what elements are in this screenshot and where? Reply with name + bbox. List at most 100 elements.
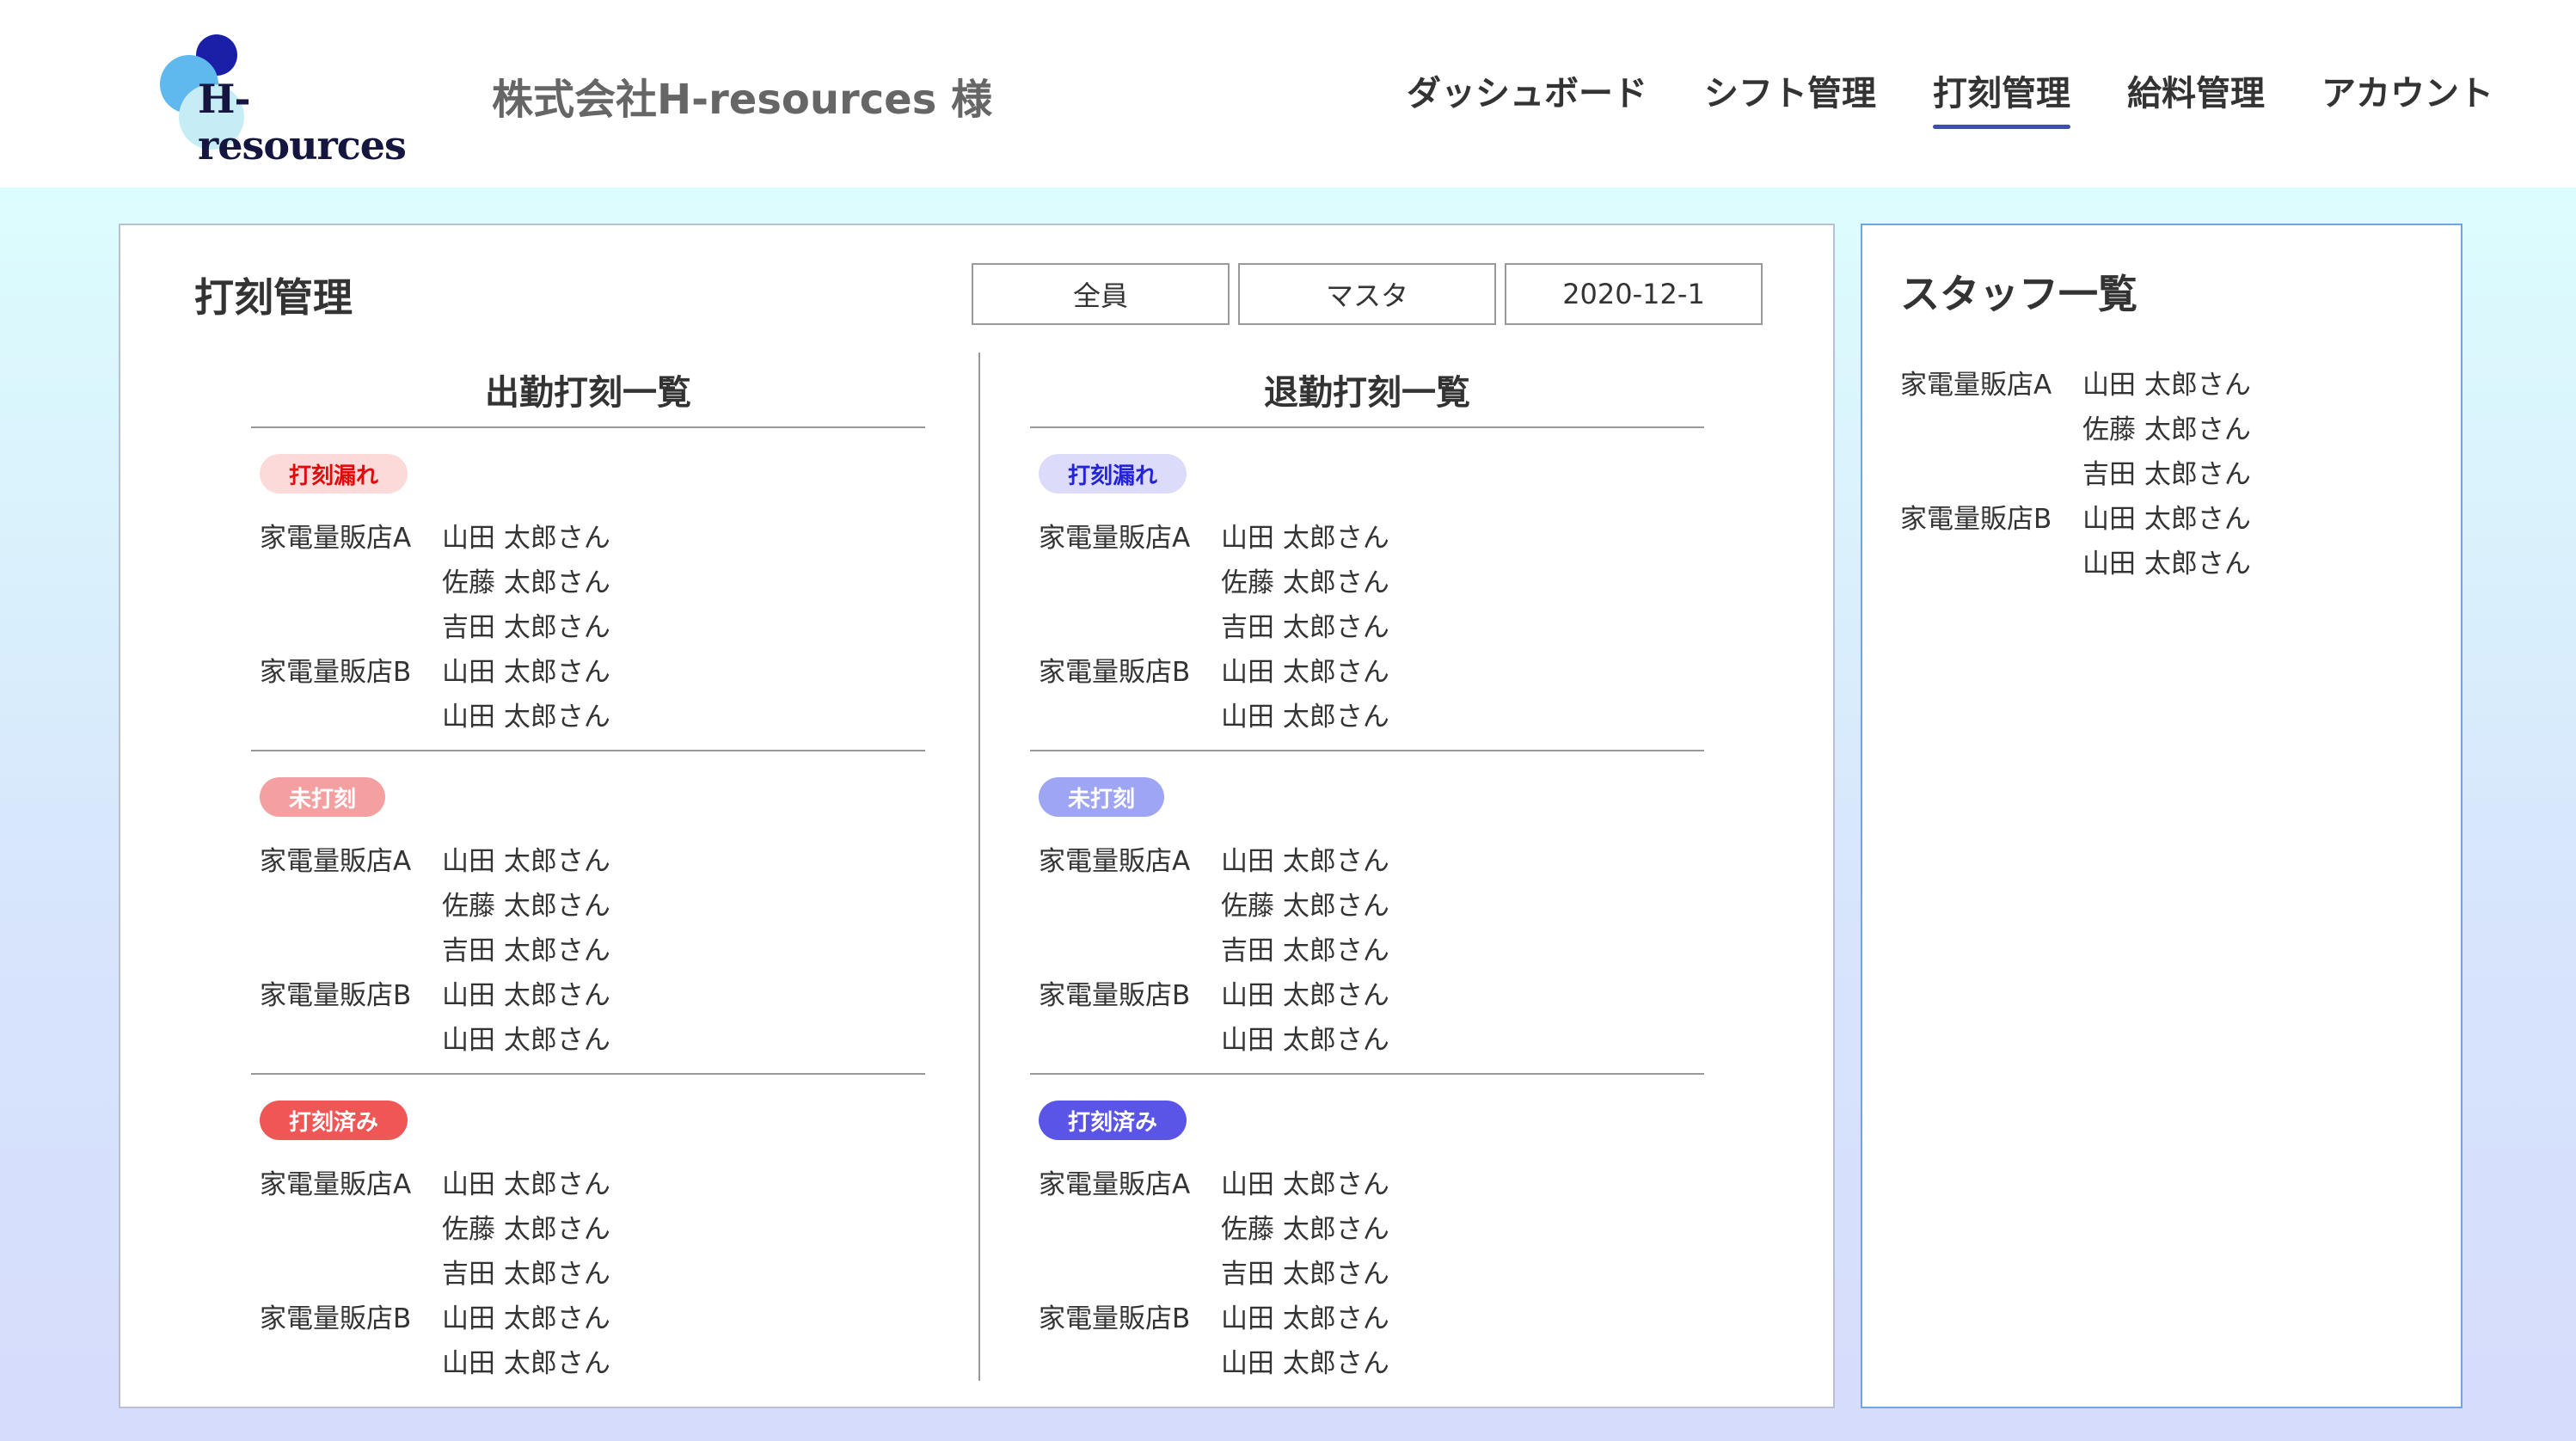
list-item[interactable]: 吉田 太郎さん bbox=[1039, 1252, 1704, 1297]
list-item[interactable]: 吉田 太郎さん bbox=[1039, 605, 1704, 650]
list-item[interactable]: 家電量販店B 山田 太郎さん bbox=[1039, 973, 1704, 1018]
store-name: 家電量販店B bbox=[1039, 980, 1191, 1011]
staff-name: 佐藤 太郎さん bbox=[2082, 414, 2251, 445]
list-item[interactable]: 家電量販店A 山田 太郎さん bbox=[260, 516, 925, 561]
nav-item-dashboard[interactable]: ダッシュボード bbox=[1407, 65, 1647, 127]
store-name: 家電量販店A bbox=[1039, 1169, 1191, 1200]
list-item[interactable]: 家電量販店A 山田 太郎さん bbox=[1039, 1162, 1704, 1207]
store-name bbox=[260, 1018, 442, 1063]
staff-name: 山田 太郎さん bbox=[442, 1169, 610, 1200]
staff-name: 吉田 太郎さん bbox=[442, 612, 610, 643]
list-item[interactable]: 家電量販店B 山田 太郎さん bbox=[1039, 650, 1704, 695]
store-name bbox=[1039, 1341, 1221, 1386]
list-item[interactable]: 家電量販店A 山田 太郎さん bbox=[1900, 363, 2251, 408]
list-item[interactable]: 家電量販店B 山田 太郎さん bbox=[260, 650, 925, 695]
staff-name: 山田 太郎さん bbox=[2082, 549, 2251, 579]
staff-panel: スタッフ一覧 家電量販店A 山田 太郎さん 佐藤 太郎さん 吉田 太郎さん 家電量販店B… bbox=[1861, 224, 2463, 1408]
list-item[interactable]: 吉田 太郎さん bbox=[260, 1252, 925, 1297]
store-name bbox=[1039, 1018, 1221, 1063]
column-title: 出勤打刻一覧 bbox=[251, 353, 925, 428]
list-item[interactable]: 家電量販店A 山田 太郎さん bbox=[260, 1162, 925, 1207]
staff-name: 佐藤 太郎さん bbox=[1221, 567, 1389, 598]
list-item[interactable]: 佐藤 太郎さん bbox=[1039, 561, 1704, 605]
staff-name: 山田 太郎さん bbox=[442, 702, 610, 733]
list-item[interactable]: 佐藤 太郎さん bbox=[1900, 408, 2251, 452]
staff-name: 山田 太郎さん bbox=[442, 657, 610, 688]
filter-date-input[interactable]: 2020-12-1 bbox=[1505, 263, 1763, 325]
staff-name: 山田 太郎さん bbox=[2082, 504, 2251, 535]
list-item[interactable]: 佐藤 太郎さん bbox=[260, 1207, 925, 1252]
clock-out-column: 退勤打刻一覧 打刻漏れ 家電量販店A 山田 太郎さん 佐藤 太郎さん 吉田 太郎さん 家電量… bbox=[1030, 353, 1704, 1398]
list-item[interactable]: 吉田 太郎さん bbox=[260, 605, 925, 650]
staff-name: 佐藤 太郎さん bbox=[442, 891, 610, 922]
nav-item-account[interactable]: アカウント bbox=[2321, 65, 2493, 127]
page-title: 打刻管理 bbox=[194, 274, 353, 321]
staff-name: 吉田 太郎さん bbox=[1221, 935, 1389, 966]
staff-name: 山田 太郎さん bbox=[1221, 702, 1389, 733]
staff-name: 佐藤 太郎さん bbox=[1221, 1214, 1389, 1245]
staff-name: 佐藤 太郎さん bbox=[1221, 891, 1389, 922]
staff-name: 山田 太郎さん bbox=[442, 1348, 610, 1379]
list-item[interactable]: 佐藤 太郎さん bbox=[1039, 884, 1704, 929]
list-item[interactable]: 山田 太郎さん bbox=[1039, 1341, 1704, 1386]
list-item[interactable]: 吉田 太郎さん bbox=[260, 929, 925, 973]
list-item[interactable]: 吉田 太郎さん bbox=[1039, 929, 1704, 973]
list-item[interactable]: 山田 太郎さん bbox=[260, 1018, 925, 1063]
main-nav: ダッシュボード シフト管理 打刻管理 給料管理 アカウント bbox=[1407, 65, 2493, 129]
logo-text: H-resources bbox=[198, 76, 407, 169]
list-item[interactable]: 山田 太郎さん bbox=[1039, 695, 1704, 739]
column-title: 退勤打刻一覧 bbox=[1030, 353, 1704, 428]
company-name: 株式会社H-resources 様 bbox=[492, 76, 993, 124]
status-badge: 未打刻 bbox=[1039, 777, 1165, 817]
status-section: 打刻済み 家電量販店A 山田 太郎さん 佐藤 太郎さん 吉田 太郎さん 家電量販店B 山田 … bbox=[1030, 1075, 1704, 1398]
store-name bbox=[260, 1252, 442, 1297]
staff-title: スタッフ一覧 bbox=[1900, 271, 2137, 317]
list-item[interactable]: 吉田 太郎さん bbox=[1900, 452, 2251, 497]
list-item[interactable]: 佐藤 太郎さん bbox=[1039, 1207, 1704, 1252]
store-name: 家電量販店A bbox=[260, 1169, 412, 1200]
logo[interactable]: H-resources bbox=[155, 33, 439, 169]
list-item[interactable]: 家電量販店B 山田 太郎さん bbox=[260, 973, 925, 1018]
staff-name: 吉田 太郎さん bbox=[1221, 1259, 1389, 1290]
list-item[interactable]: 家電量販店A 山田 太郎さん bbox=[1039, 516, 1704, 561]
store-name bbox=[260, 929, 442, 973]
nav-item-salary[interactable]: 給料管理 bbox=[2127, 65, 2265, 127]
store-name bbox=[1900, 542, 2082, 586]
staff-name: 山田 太郎さん bbox=[1221, 1025, 1389, 1056]
store-name bbox=[260, 695, 442, 739]
status-badge: 打刻済み bbox=[1039, 1101, 1187, 1140]
store-name bbox=[260, 605, 442, 650]
filter-staff-select[interactable]: 全員 bbox=[972, 263, 1230, 325]
list-item[interactable]: 山田 太郎さん bbox=[1039, 1018, 1704, 1063]
nav-item-timestamp[interactable]: 打刻管理 bbox=[1933, 65, 2070, 129]
store-name: 家電量販店B bbox=[260, 657, 412, 688]
filter-master-select[interactable]: マスタ bbox=[1238, 263, 1496, 325]
staff-name: 佐藤 太郎さん bbox=[442, 567, 610, 598]
staff-name: 山田 太郎さん bbox=[442, 1303, 610, 1334]
list-item[interactable]: 山田 太郎さん bbox=[260, 1341, 925, 1386]
staff-name: 山田 太郎さん bbox=[1221, 1303, 1389, 1334]
store-name: 家電量販店B bbox=[1900, 504, 2052, 535]
staff-name: 山田 太郎さん bbox=[1221, 980, 1389, 1011]
staff-name: 山田 太郎さん bbox=[1221, 846, 1389, 877]
store-name bbox=[1039, 605, 1221, 650]
store-name bbox=[1039, 929, 1221, 973]
store-name: 家電量販店B bbox=[260, 980, 412, 1011]
nav-item-shift[interactable]: シフト管理 bbox=[1704, 65, 1876, 127]
staff-name: 山田 太郎さん bbox=[1221, 523, 1389, 554]
list-item[interactable]: 家電量販店B 山田 太郎さん bbox=[260, 1297, 925, 1341]
list-item[interactable]: 山田 太郎さん bbox=[260, 695, 925, 739]
store-name bbox=[1900, 408, 2082, 452]
list-item[interactable]: 佐藤 太郎さん bbox=[260, 884, 925, 929]
list-item[interactable]: 家電量販店B 山田 太郎さん bbox=[1039, 1297, 1704, 1341]
staff-name: 吉田 太郎さん bbox=[2082, 459, 2251, 490]
list-item[interactable]: 家電量販店A 山田 太郎さん bbox=[1039, 839, 1704, 884]
store-name bbox=[260, 884, 442, 929]
status-section: 打刻済み 家電量販店A 山田 太郎さん 佐藤 太郎さん 吉田 太郎さん 家電量販店B 山田 … bbox=[251, 1075, 925, 1398]
store-name bbox=[1900, 452, 2082, 497]
status-badge: 打刻済み bbox=[260, 1101, 408, 1140]
list-item[interactable]: 家電量販店A 山田 太郎さん bbox=[260, 839, 925, 884]
list-item[interactable]: 家電量販店B 山田 太郎さん bbox=[1900, 497, 2251, 542]
list-item[interactable]: 山田 太郎さん bbox=[1900, 542, 2251, 586]
list-item[interactable]: 佐藤 太郎さん bbox=[260, 561, 925, 605]
